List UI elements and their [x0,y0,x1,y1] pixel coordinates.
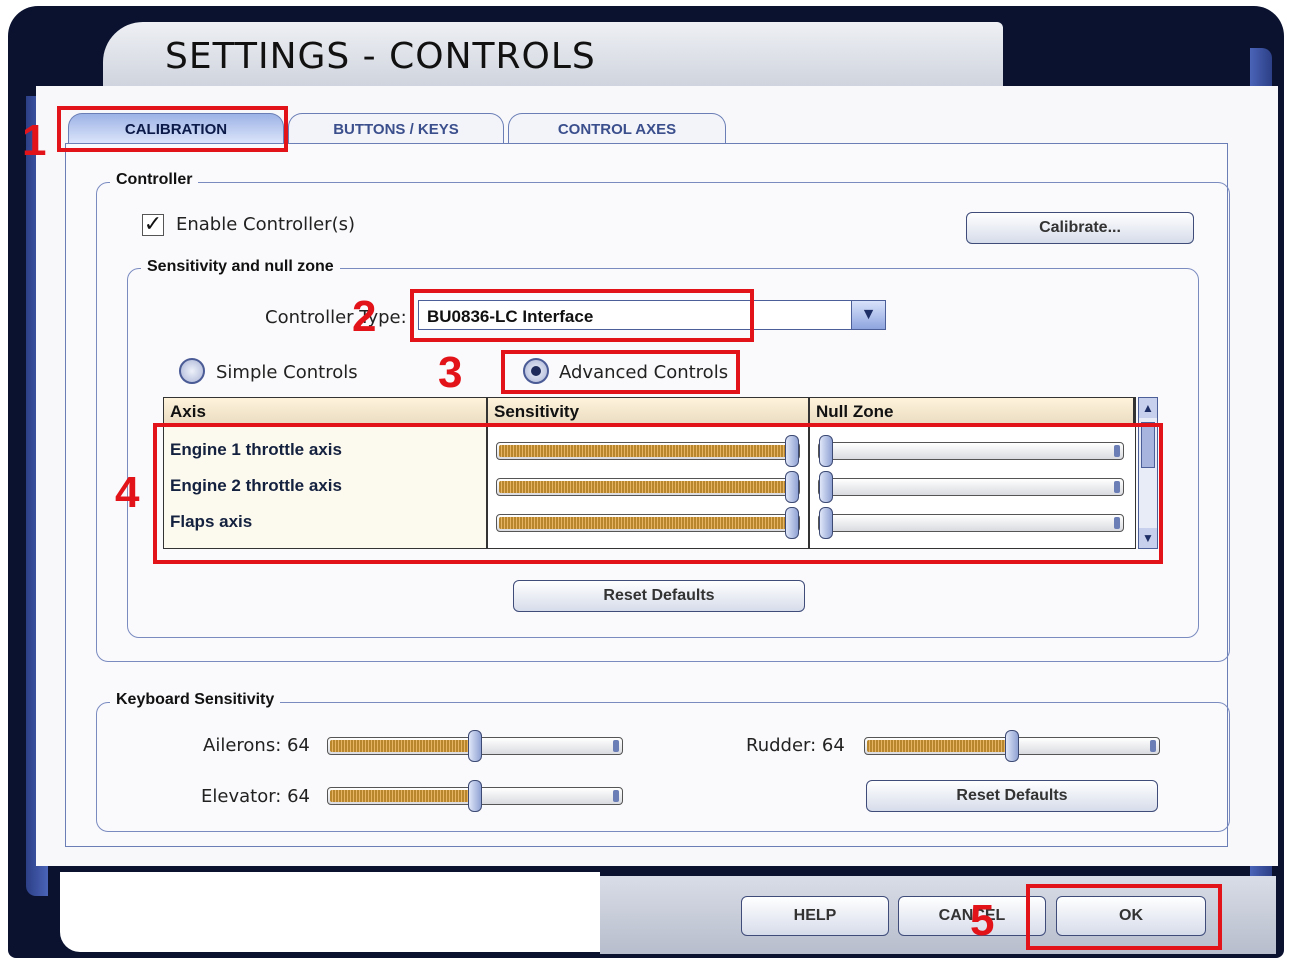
ailerons-slider[interactable] [327,730,623,762]
annotation-number-4: 4 [115,468,140,517]
slider-endcap [613,740,619,752]
sensitivity-group-label: Sensitivity and null zone [141,258,340,276]
keyboard-sensitivity-group [96,702,1230,832]
slider-fill [330,740,470,752]
keyboard-sensitivity-group-label: Keyboard Sensitivity [110,691,281,709]
status-plate [60,872,600,952]
slider-fill [867,740,1007,752]
window-title: SETTINGS - CONTROLS [165,36,596,77]
simple-controls-radio[interactable] [179,358,205,384]
chevron-down-icon[interactable]: ▼ [851,301,885,329]
annotation-number-3: 3 [438,348,463,397]
controller-group-label: Controller [110,171,199,189]
annotation-box-1 [57,106,288,152]
sensitivity-column-header: Sensitivity [488,398,810,424]
help-button[interactable]: HELP [741,896,889,936]
enable-controllers-label: Enable Controller(s) [176,214,355,235]
annotation-number-5: 5 [970,896,995,945]
slider-thumb[interactable] [1005,730,1019,762]
annotation-number-2: 2 [352,292,377,341]
annotation-box-3 [501,350,740,394]
rudder-label: Rudder: 64 [746,735,845,756]
calibrate-button[interactable]: Calibrate... [966,212,1194,244]
tab-buttons-keys[interactable]: BUTTONS / KEYS [288,113,504,145]
reset-defaults-button[interactable]: Reset Defaults [513,580,805,612]
rudder-slider[interactable] [864,730,1160,762]
annotation-box-4 [153,423,1163,564]
elevator-label: Elevator: 64 [201,786,310,807]
slider-endcap [613,790,619,802]
slider-thumb[interactable] [468,780,482,812]
scroll-up-icon[interactable]: ▲ [1139,398,1157,418]
tab-control-axes[interactable]: CONTROL AXES [508,113,726,145]
null-zone-column-header: Null Zone [810,398,1135,424]
elevator-slider[interactable] [327,780,623,812]
annotation-box-5 [1026,884,1222,950]
ailerons-label: Ailerons: 64 [203,735,310,756]
axis-column-header: Axis [164,398,488,424]
slider-endcap [1150,740,1156,752]
keyboard-reset-defaults-button[interactable]: Reset Defaults [866,780,1158,812]
annotation-box-2 [410,289,754,342]
slider-fill [330,790,470,802]
annotation-number-1: 1 [22,116,47,165]
slider-thumb[interactable] [468,730,482,762]
simple-controls-label: Simple Controls [216,362,358,383]
enable-controllers-checkbox[interactable]: ✓ [142,213,164,236]
controller-type-label: Controller Type: [265,307,407,328]
